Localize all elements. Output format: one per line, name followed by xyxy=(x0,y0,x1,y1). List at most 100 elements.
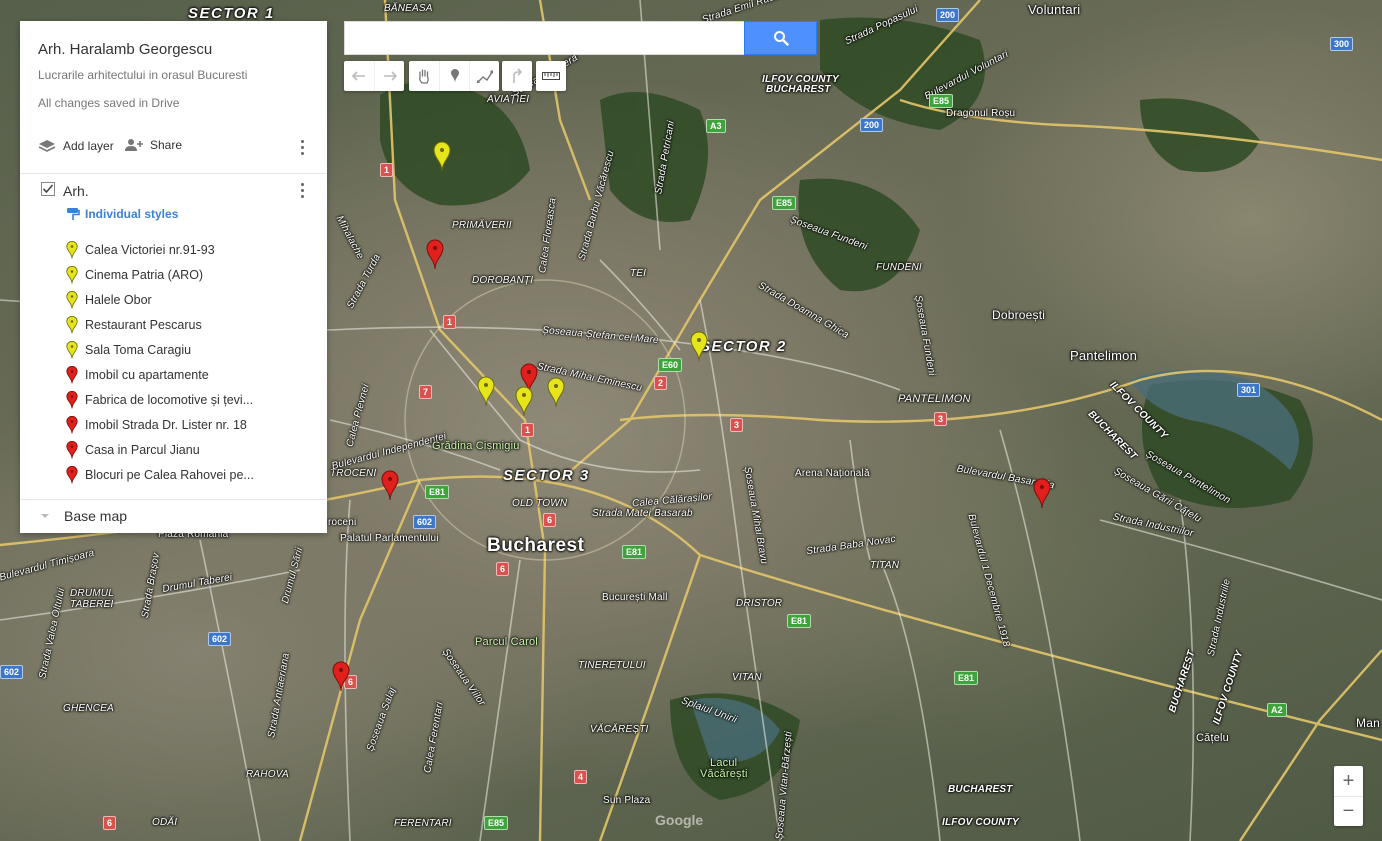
measure-button[interactable] xyxy=(536,61,566,91)
map-options-menu-button[interactable] xyxy=(294,137,310,157)
map-marker-yellow[interactable] xyxy=(432,140,452,172)
search-input[interactable] xyxy=(344,21,744,55)
map-marker-yellow[interactable] xyxy=(546,376,566,408)
feature-label: Cinema Patria (ARO) xyxy=(85,267,204,282)
road-shield: 6 xyxy=(496,562,510,576)
map-poi-mall[interactable]: București Mall xyxy=(602,592,668,603)
map-label-bucharest3: BUCHAREST xyxy=(948,784,1013,795)
feature-list-item[interactable]: Blocuri pe Calea Rahovei pe... xyxy=(66,462,316,487)
share-button[interactable]: Share xyxy=(124,138,182,152)
redo-button[interactable] xyxy=(374,61,404,91)
hand-icon xyxy=(419,69,429,84)
road-shield: E85 xyxy=(772,196,797,210)
add-person-icon xyxy=(125,139,143,151)
map-label-catelu: Cățelu xyxy=(1196,732,1229,744)
map-marker-red[interactable] xyxy=(380,469,400,501)
map-marker-yellow[interactable] xyxy=(689,330,709,362)
panel-divider xyxy=(20,173,327,174)
search-button[interactable] xyxy=(744,21,817,55)
undo-button[interactable] xyxy=(344,61,374,91)
map-label-pantelimon: Pantelimon xyxy=(1070,348,1138,363)
history-toolbar xyxy=(344,61,404,91)
draw-line-icon xyxy=(476,70,493,83)
map-marker-red[interactable] xyxy=(1032,477,1052,509)
add-layer-button[interactable]: Add layer xyxy=(38,138,114,154)
feature-list-item[interactable]: Halele Obor xyxy=(66,287,316,312)
map-label-drumul: DRUMUL xyxy=(70,588,114,599)
street-label: Strada Matei Basarab xyxy=(592,508,693,519)
map-poi-sunplaza[interactable]: Sun Plaza xyxy=(603,795,650,806)
road-shield: 301 xyxy=(1237,383,1261,397)
feature-list-item[interactable]: Imobil cu apartamente xyxy=(66,362,316,387)
road-shield: 200 xyxy=(936,8,960,22)
map-label-taberei: TABEREI xyxy=(70,599,114,610)
map-pin-icon xyxy=(66,465,78,484)
map-poi-carol[interactable]: Parcul Carol xyxy=(475,636,538,648)
layer-options-menu-button[interactable] xyxy=(294,180,310,200)
select-tool-button[interactable] xyxy=(409,61,439,91)
draw-line-button[interactable] xyxy=(469,61,499,91)
map-poi-palatul[interactable]: Palatul Parlamentului xyxy=(340,533,439,544)
feature-list-item[interactable]: Casa in Parcul Jianu xyxy=(66,437,316,462)
feature-list-item[interactable]: Cinema Patria (ARO) xyxy=(66,262,316,287)
road-shield: 2 xyxy=(654,376,668,390)
feature-label: Calea Victoriei nr.91-93 xyxy=(85,242,215,257)
directions-toolbar xyxy=(502,61,532,91)
base-map-toggle[interactable]: Base map xyxy=(40,508,127,524)
map-label-bucharest: Bucharest xyxy=(487,535,585,556)
map-label-sector2: SECTOR 2 xyxy=(700,338,787,355)
map-pin-icon xyxy=(66,390,78,409)
map-description[interactable]: Lucrarile arhitectului in orasul Bucures… xyxy=(38,68,247,82)
map-marker-yellow[interactable] xyxy=(514,385,534,417)
map-title[interactable]: Arh. Haralamb Georgescu xyxy=(38,41,212,58)
map-label-titan: TITAN xyxy=(870,560,900,571)
map-label-voluntari: Voluntari xyxy=(1028,2,1081,17)
map-marker-yellow[interactable] xyxy=(476,375,496,407)
map-poi-arena[interactable]: Arena Națională xyxy=(795,468,870,479)
road-shield: E81 xyxy=(787,614,812,628)
collapse-arrow-icon xyxy=(41,514,49,518)
map-label-tei: TEI xyxy=(630,268,647,279)
zoom-in-button[interactable]: + xyxy=(1334,766,1363,796)
zoom-control: + − xyxy=(1334,766,1363,826)
map-label-rahova: RAHOVA xyxy=(246,769,289,780)
map-poi-cismigiu[interactable]: Grădina Cișmigiu xyxy=(432,440,520,452)
map-poi-lacul2[interactable]: Văcărești xyxy=(700,768,748,780)
road-shield: E60 xyxy=(658,358,683,372)
panel-divider xyxy=(20,499,327,500)
road-shield: 602 xyxy=(413,515,437,529)
road-shield: E81 xyxy=(425,485,450,499)
map-marker-red[interactable] xyxy=(331,660,351,692)
layer-name[interactable]: Arh. xyxy=(63,183,89,199)
save-status: All changes saved in Drive xyxy=(38,96,180,110)
map-label-odai: ODĂI xyxy=(152,817,178,828)
map-label-vitan: VITAN xyxy=(732,672,762,683)
map-label-primaverii: PRIMĂVERII xyxy=(452,220,512,231)
map-label-ghencea: GHENCEA xyxy=(63,703,114,714)
map-label-baneasa: BĂNEASA xyxy=(384,3,433,14)
map-pin-icon xyxy=(66,415,78,434)
map-label-ilfov3: ILFOV COUNTY xyxy=(942,817,1019,828)
layer-visibility-checkbox[interactable] xyxy=(41,182,55,196)
feature-list-item[interactable]: Imobil Strada Dr. Lister nr. 18 xyxy=(66,412,316,437)
marker-icon xyxy=(450,69,459,83)
road-shield: E81 xyxy=(954,671,979,685)
map-marker-red[interactable] xyxy=(425,238,445,270)
directions-button[interactable] xyxy=(502,61,532,91)
road-shield: A3 xyxy=(706,119,726,133)
map-label-dragonul: Dragonul Roșu xyxy=(946,108,1016,119)
base-map-label: Base map xyxy=(64,508,128,524)
feature-list-item[interactable]: Fabrica de locomotive și țevi... xyxy=(66,387,316,412)
road-shield: E85 xyxy=(484,816,509,830)
map-label-oldtown: OLD TOWN xyxy=(512,498,568,509)
road-shield: 4 xyxy=(574,770,588,784)
layer-styles-link[interactable]: Individual styles xyxy=(66,207,178,221)
feature-list-item[interactable]: Sala Toma Caragiu xyxy=(66,337,316,362)
more-vert-icon xyxy=(300,139,304,143)
zoom-out-button[interactable]: − xyxy=(1334,796,1363,826)
feature-list-item[interactable]: Calea Victoriei nr.91-93 xyxy=(66,237,316,262)
feature-list-item[interactable]: Restaurant Pescarus xyxy=(66,312,316,337)
add-marker-button[interactable] xyxy=(439,61,469,91)
feature-label: Imobil cu apartamente xyxy=(85,367,209,382)
map-label-pantelimon-district: PANTELIMON xyxy=(898,393,971,405)
